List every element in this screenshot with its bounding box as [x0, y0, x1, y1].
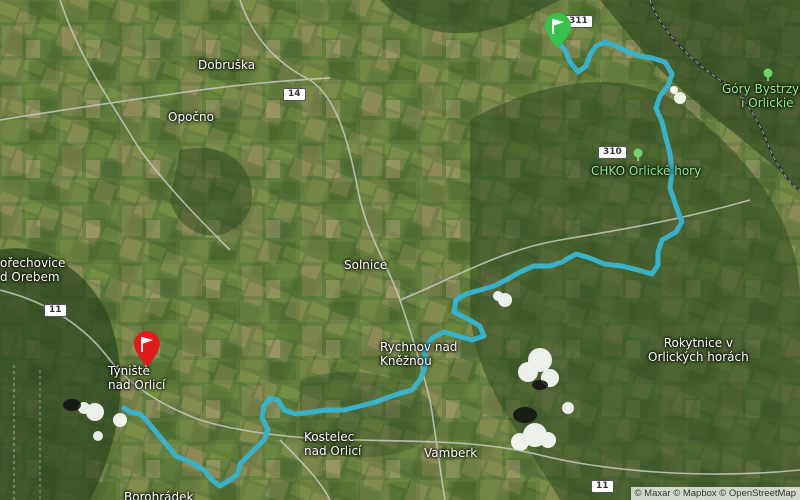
- place-gory-bystrzyckie: Góry Bystrzyck i Orlickie: [722, 82, 800, 110]
- place-vamberk: Vamberk: [424, 446, 478, 460]
- place-dobruska: Dobruška: [198, 58, 256, 72]
- place-borohradek: Borohrádek: [124, 490, 194, 500]
- road-shield-11-west: 11: [44, 304, 67, 317]
- place-rychnov: Rychnov nad Kněžnou: [380, 340, 458, 368]
- park-tree-icon: [763, 68, 773, 81]
- route-line: [121, 39, 685, 489]
- map-attribution[interactable]: © Maxar © Mapbox © OpenStreetMap: [630, 487, 800, 500]
- place-rokytnice: Rokytnice v Orlických horách: [648, 336, 749, 364]
- park-tree-icon: [633, 148, 643, 161]
- park-chko-orlicke-hory: CHKO Orlické hory: [591, 164, 702, 178]
- road-shield-310: 310: [598, 146, 627, 159]
- start-flag-marker-icon[interactable]: [543, 12, 573, 50]
- end-flag-marker-icon[interactable]: [132, 330, 162, 368]
- place-pechovice: ořechovice d Orebem: [0, 256, 66, 284]
- place-tyniste: Týniště nad Orlicí: [108, 364, 166, 392]
- road-shield-11-south: 11: [591, 480, 614, 493]
- road-shield-14: 14: [283, 88, 306, 101]
- map-view[interactable]: Dobruška Opočno Solnice Rychnov nad Kněž…: [0, 0, 800, 500]
- place-kostelec: Kostelec nad Orlicí: [304, 430, 362, 458]
- place-solnice: Solnice: [344, 258, 388, 272]
- place-opocno: Opočno: [168, 110, 214, 124]
